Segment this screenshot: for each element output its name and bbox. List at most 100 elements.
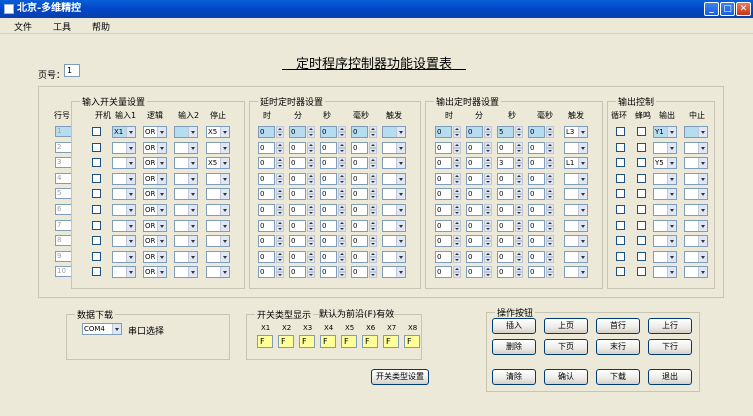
loop-checkbox[interactable]: [616, 205, 625, 214]
spin-down-icon[interactable]: [276, 178, 284, 185]
output-hour-spin[interactable]: 0: [435, 172, 452, 185]
row-number-cell[interactable]: 2: [55, 141, 72, 153]
spin-down-icon[interactable]: [546, 178, 554, 185]
delay-ms-spin[interactable]: 0: [351, 188, 368, 201]
row-number-cell[interactable]: 7: [55, 219, 72, 231]
spin-down-icon[interactable]: [369, 147, 377, 154]
spin-down-icon[interactable]: [369, 163, 377, 170]
chevron-down-icon[interactable]: [220, 158, 229, 169]
chevron-down-icon[interactable]: [578, 220, 587, 231]
power-on-checkbox[interactable]: [92, 142, 101, 152]
chevron-down-icon[interactable]: [578, 236, 587, 247]
spin-down-icon[interactable]: [338, 178, 346, 185]
output-second-spin[interactable]: 0: [497, 172, 514, 185]
spin-down-icon[interactable]: [369, 241, 377, 248]
delay-hour-spin-spinner[interactable]: [276, 266, 284, 279]
chevron-down-icon[interactable]: [667, 251, 676, 262]
output-hour-spin-spinner[interactable]: [453, 172, 461, 185]
chevron-down-icon[interactable]: [667, 189, 676, 200]
switch-type-field[interactable]: F: [278, 335, 294, 348]
chevron-down-icon[interactable]: [698, 158, 707, 169]
menu-file[interactable]: 文件: [14, 20, 32, 33]
page-number-input[interactable]: 1: [64, 64, 80, 77]
output-select[interactable]: [653, 266, 677, 279]
abort-select[interactable]: [684, 126, 708, 138]
delay-minute-spin[interactable]: 0: [289, 126, 306, 138]
spin-down-icon[interactable]: [338, 225, 346, 232]
chevron-down-icon[interactable]: [112, 324, 121, 334]
spin-down-icon[interactable]: [307, 194, 315, 201]
loop-checkbox[interactable]: [616, 220, 625, 230]
buzzer-checkbox[interactable]: [637, 236, 646, 246]
delay-hour-spin[interactable]: 0: [258, 172, 275, 185]
buzzer-checkbox[interactable]: [637, 142, 646, 152]
logic-select[interactable]: OR: [143, 157, 167, 170]
abort-select[interactable]: [684, 157, 708, 170]
output-trigger-select[interactable]: [564, 235, 588, 248]
output-hour-spin[interactable]: 0: [435, 266, 452, 279]
chevron-down-icon[interactable]: [698, 251, 707, 262]
spin-down-icon[interactable]: [484, 256, 492, 263]
spin-down-icon[interactable]: [546, 225, 554, 232]
prev-page-button[interactable]: 上页: [544, 318, 588, 334]
chevron-down-icon[interactable]: [220, 236, 229, 247]
spin-down-icon[interactable]: [307, 163, 315, 170]
chevron-down-icon[interactable]: [126, 205, 135, 215]
chevron-down-icon[interactable]: [396, 236, 405, 247]
output-trigger-select[interactable]: [564, 250, 588, 263]
output-minute-spin[interactable]: 0: [466, 141, 483, 154]
spin-down-icon[interactable]: [338, 163, 346, 170]
power-on-checkbox[interactable]: [92, 236, 101, 246]
delay-second-spin-spinner[interactable]: [338, 219, 346, 232]
spin-down-icon[interactable]: [515, 147, 523, 154]
delay-second-spin-spinner[interactable]: [338, 235, 346, 248]
output-minute-spin[interactable]: 0: [466, 188, 483, 201]
chevron-down-icon[interactable]: [188, 267, 197, 278]
chevron-down-icon[interactable]: [578, 189, 587, 200]
chevron-down-icon[interactable]: [578, 251, 587, 262]
chevron-down-icon[interactable]: [578, 127, 587, 137]
chevron-down-icon[interactable]: [667, 142, 676, 153]
logic-select[interactable]: OR: [143, 266, 167, 279]
chevron-down-icon[interactable]: [188, 189, 197, 200]
next-page-button[interactable]: 下页: [544, 339, 588, 355]
buzzer-checkbox[interactable]: [637, 220, 646, 230]
chevron-down-icon[interactable]: [188, 236, 197, 247]
spin-down-icon[interactable]: [546, 256, 554, 263]
loop-checkbox[interactable]: [616, 189, 625, 199]
spin-down-icon[interactable]: [276, 241, 284, 248]
delay-hour-spin[interactable]: 0: [258, 266, 275, 279]
output-ms-spin-spinner[interactable]: [546, 204, 554, 216]
power-on-checkbox[interactable]: [92, 158, 101, 168]
logic-select[interactable]: OR: [143, 141, 167, 154]
spin-down-icon[interactable]: [546, 272, 554, 279]
output-minute-spin[interactable]: 0: [466, 172, 483, 185]
chevron-down-icon[interactable]: [667, 236, 676, 247]
abort-select[interactable]: [684, 204, 708, 216]
delay-hour-spin-spinner[interactable]: [276, 204, 284, 216]
chevron-down-icon[interactable]: [220, 127, 229, 137]
delay-second-spin[interactable]: 0: [320, 250, 337, 263]
spin-down-icon[interactable]: [453, 210, 461, 216]
output-ms-spin-spinner[interactable]: [546, 266, 554, 279]
delay-minute-spin-spinner[interactable]: [307, 204, 315, 216]
chevron-down-icon[interactable]: [157, 220, 166, 231]
chevron-down-icon[interactable]: [157, 205, 166, 215]
chevron-down-icon[interactable]: [396, 127, 405, 137]
logic-select[interactable]: OR: [143, 250, 167, 263]
chevron-down-icon[interactable]: [667, 127, 676, 137]
download-button[interactable]: 下载: [596, 369, 640, 385]
chevron-down-icon[interactable]: [220, 189, 229, 200]
output-second-spin[interactable]: 0: [497, 141, 514, 154]
delay-hour-spin[interactable]: 0: [258, 235, 275, 248]
spin-down-icon[interactable]: [484, 194, 492, 201]
delay-ms-spin[interactable]: 0: [351, 219, 368, 232]
output-minute-spin[interactable]: 0: [466, 157, 483, 170]
delay-hour-spin[interactable]: 0: [258, 219, 275, 232]
output-second-spin-spinner[interactable]: [515, 126, 523, 138]
output-ms-spin-spinner[interactable]: [546, 250, 554, 263]
delay-second-spin-spinner[interactable]: [338, 188, 346, 201]
input2-select[interactable]: [174, 266, 198, 279]
output-select[interactable]: [653, 235, 677, 248]
switch-type-field[interactable]: F: [320, 335, 336, 348]
